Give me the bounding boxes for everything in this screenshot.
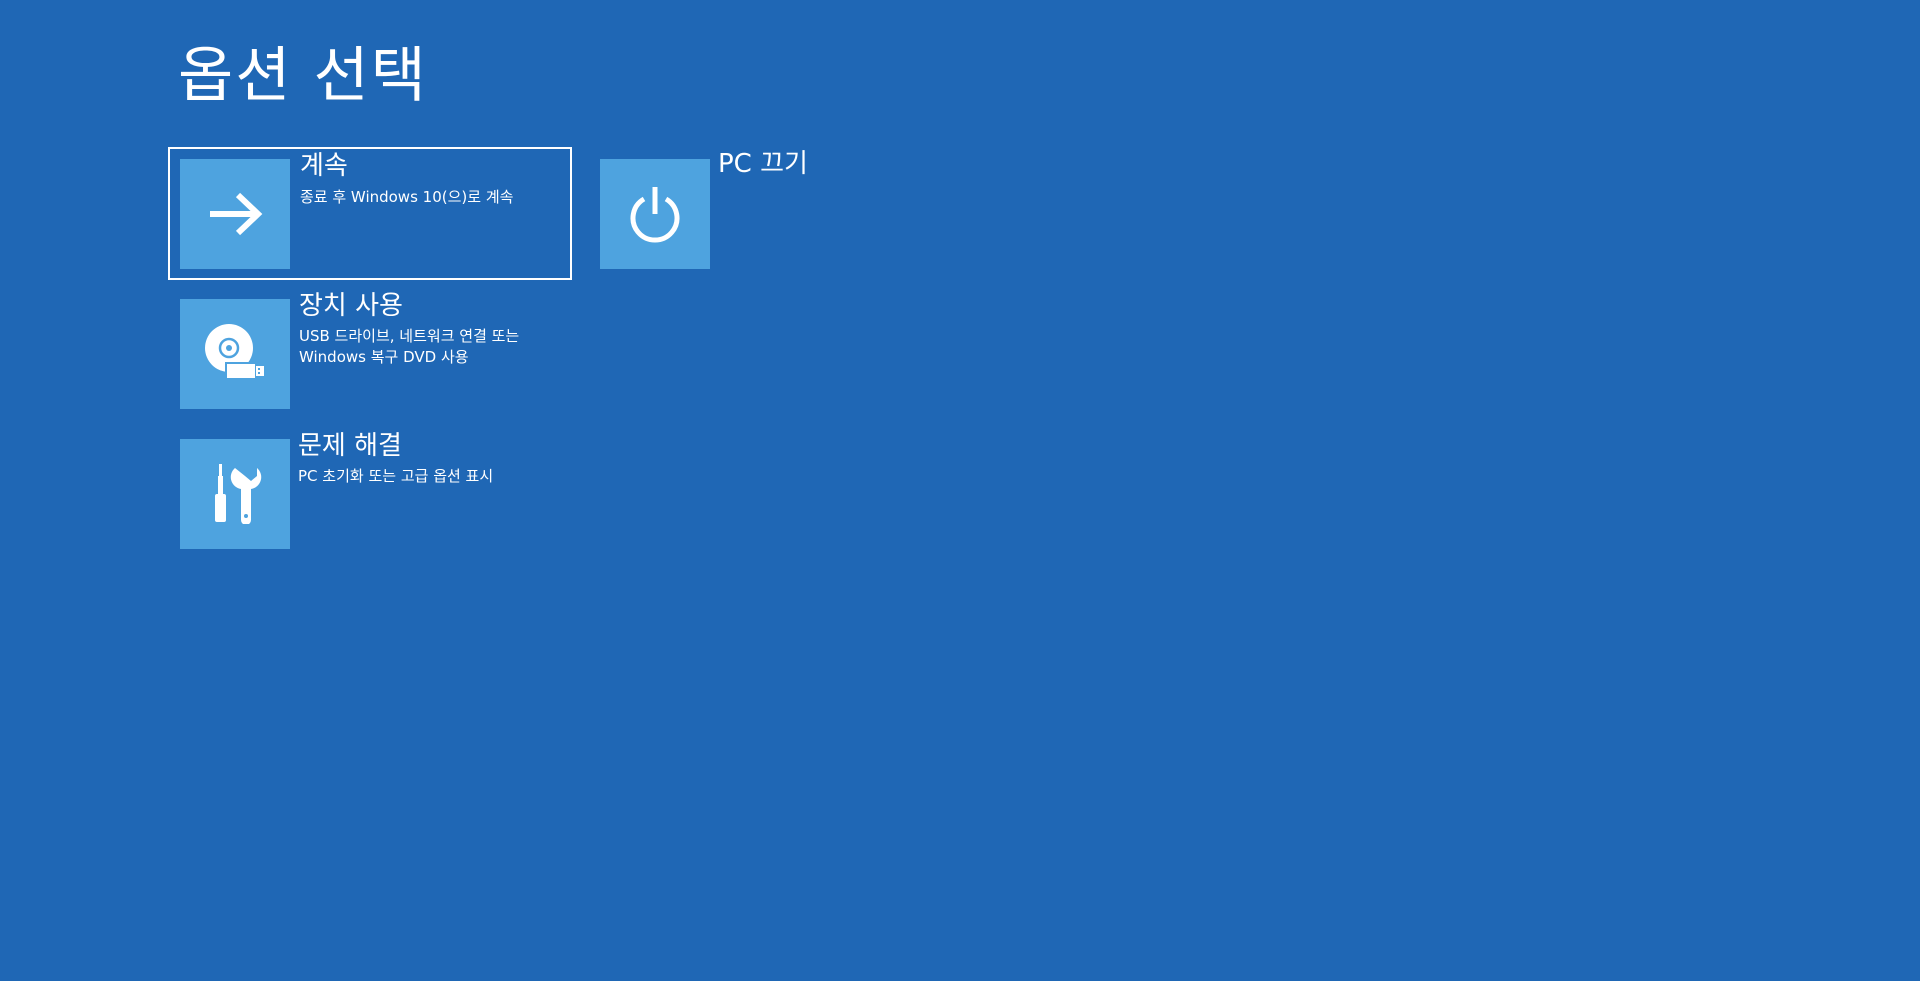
troubleshoot-option[interactable]: 문제 해결 PC 초기화 또는 고급 옵션 표시 xyxy=(168,427,572,560)
disc-usb-icon xyxy=(205,324,264,380)
continue-title: 계속 xyxy=(300,151,348,181)
page-title: 옵션 선택 xyxy=(178,41,428,111)
troubleshoot-tile xyxy=(180,439,290,549)
use-device-option[interactable]: 장치 사용 USB 드라이브, 네트워크 연결 또는 Windows 복구 DV… xyxy=(168,287,572,420)
arrow-right-icon xyxy=(210,192,263,236)
use-device-title: 장치 사용 xyxy=(299,291,403,321)
continue-option[interactable]: 계속 종료 후 Windows 10(으)로 계속 xyxy=(168,147,572,280)
continue-tile xyxy=(180,159,290,269)
turn-off-title: PC 끄기 xyxy=(718,149,808,179)
troubleshoot-description: PC 초기화 또는 고급 옵션 표시 xyxy=(298,467,494,485)
troubleshoot-title: 문제 해결 xyxy=(298,431,402,461)
turn-off-tile xyxy=(600,159,710,269)
turn-off-option[interactable]: PC 끄기 xyxy=(588,147,992,280)
use-device-description-line2: Windows 복구 DVD 사용 xyxy=(299,348,469,366)
use-device-tile xyxy=(180,299,290,409)
use-device-description-line1: USB 드라이브, 네트워크 연결 또는 xyxy=(299,327,520,345)
continue-description: 종료 후 Windows 10(으)로 계속 xyxy=(300,188,514,206)
power-icon xyxy=(630,187,680,243)
recovery-options-page: 옵션 선택 계속 종료 후 Windows 10(으)로 계속 장치 사용 US… xyxy=(0,0,1920,981)
tools-icon xyxy=(215,464,262,524)
